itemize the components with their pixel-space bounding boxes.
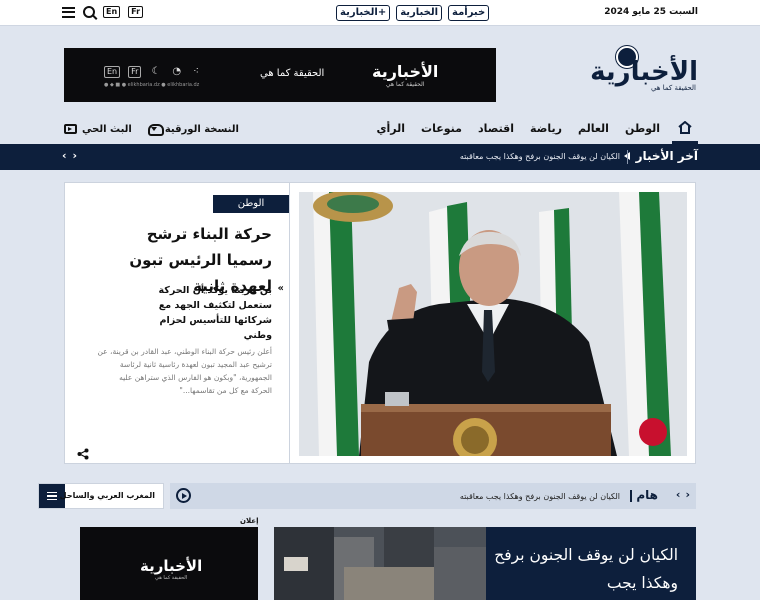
ticker-label-text: آخر الأخبار bbox=[635, 149, 698, 163]
brand-link-plus[interactable]: الخبارية+ bbox=[336, 5, 391, 21]
chevron-right-icon[interactable]: › bbox=[73, 149, 78, 162]
banner-logo-text: الأخبارية bbox=[372, 62, 439, 81]
nav-item-opinion[interactable]: الرأي bbox=[368, 114, 413, 144]
nav-extras: البث الحي النسخة الورقية bbox=[64, 114, 239, 144]
logo-tagline: الحقيقة كما هي bbox=[650, 84, 696, 92]
banner-fr-icon: Fr bbox=[128, 66, 142, 78]
play-circle-icon[interactable] bbox=[176, 488, 191, 503]
important-label: هام bbox=[636, 488, 658, 502]
featured-excerpt: أعلن رئيس حركة البناء الوطني، عبد القادر… bbox=[97, 347, 272, 395]
secondary-photo[interactable] bbox=[274, 527, 486, 600]
secondary-headline: الكيان لن يوقف الجنون برفح وهكذا يجب bbox=[494, 546, 678, 592]
ad-logo-text: الأخبارية bbox=[140, 557, 203, 575]
main-navigation: الوطن العالم رياضة اقتصاد منوعات الرأي ا… bbox=[0, 114, 760, 144]
ad-logo: الأخبارية الحقيقة كما هي bbox=[140, 557, 202, 581]
ticker-arrows: ‹ › bbox=[62, 149, 77, 162]
important-news-bar: ‹ › هام الكيان لن يوقف الجنون برفح وهكذا… bbox=[170, 483, 696, 509]
brand-links: الخبارية+ الخبارية خبرأمة bbox=[336, 4, 490, 22]
top-bar: السبت 25 مايو 2024 الخبارية+ الخبارية خب… bbox=[0, 0, 760, 26]
banner-slogan: الحقيقة كما هي bbox=[260, 68, 325, 79]
important-arrows: ‹ › bbox=[676, 488, 690, 501]
brand-link-umma[interactable]: خبرأمة bbox=[448, 5, 490, 21]
banner-logo-tag: الحقيقة كما هي bbox=[385, 81, 425, 88]
banner-icons: En Fr ☾ ◔ ⁖ bbox=[104, 66, 201, 78]
print-edition-link[interactable]: النسخة الورقية bbox=[147, 123, 239, 136]
top-tools: En Fr bbox=[62, 6, 144, 18]
print-edition-label: النسخة الورقية bbox=[164, 123, 239, 135]
logo-wordmark: الأخبارية bbox=[590, 57, 698, 87]
banner-social-line: ● ◆ ■ ● elikhbaria.dz ● elikhbaria.dz bbox=[104, 82, 200, 88]
video-camera-icon bbox=[64, 124, 77, 134]
home-icon[interactable] bbox=[672, 114, 698, 144]
category-badge[interactable]: الوطن bbox=[213, 195, 289, 213]
nav-item-sports[interactable]: رياضة bbox=[522, 114, 570, 144]
ad-label: إعلان bbox=[240, 517, 259, 525]
secondary-story[interactable]: الكيان لن يوقف الجنون برفح وهكذا يجب bbox=[274, 527, 696, 600]
ad-logo-tag: الحقيقة كما هي bbox=[155, 575, 188, 581]
section-chip[interactable]: المغرب العربي والساحل bbox=[38, 483, 164, 509]
breaking-news-ticker: آخر الأخبار الكيان لن يوقف الجنون برفح و… bbox=[0, 144, 760, 170]
nav-item-nation[interactable]: الوطن bbox=[617, 114, 668, 144]
ticker-separator bbox=[627, 150, 628, 164]
nav-item-misc[interactable]: منوعات bbox=[413, 114, 470, 144]
header-banner[interactable]: الأخبارية الحقيقة كما هي الحقيقة كما هي … bbox=[64, 48, 496, 102]
featured-subheadline[interactable]: بن قرينة يؤكد أن الحركة ستعمل لتكثيف الج… bbox=[132, 283, 272, 343]
nav-item-world[interactable]: العالم bbox=[570, 114, 617, 144]
menu-icon[interactable] bbox=[62, 6, 75, 18]
language-fr-button[interactable]: Fr bbox=[128, 6, 144, 18]
nav-menu: الوطن العالم رياضة اقتصاد منوعات الرأي bbox=[368, 114, 698, 144]
important-prev-icon[interactable]: ‹ bbox=[676, 488, 681, 501]
moon-icon: ☾ bbox=[151, 66, 161, 77]
section-chip-label: المغرب العربي والساحل bbox=[59, 491, 155, 500]
ticker-headline[interactable]: الكيان لن يوقف الجنون برفح وهكذا يجب معا… bbox=[460, 152, 620, 161]
nav-item-economy[interactable]: اقتصاد bbox=[470, 114, 522, 144]
ticker-label: آخر الأخبار bbox=[623, 149, 698, 163]
double-chevron-icon: « bbox=[277, 283, 284, 294]
important-separator bbox=[630, 490, 632, 502]
chevron-left-icon[interactable]: ‹ bbox=[62, 149, 67, 162]
featured-photo[interactable] bbox=[299, 192, 687, 456]
brand-link-main[interactable]: الخبارية bbox=[396, 5, 443, 21]
current-date: السبت 25 مايو 2024 bbox=[604, 7, 698, 17]
ad-box[interactable]: الأخبارية الحقيقة كما هي bbox=[80, 527, 258, 600]
featured-story: الوطن حركة البناء ترشح رسميا الرئيس تبون… bbox=[64, 182, 696, 464]
banner-en-icon: En bbox=[104, 66, 121, 78]
live-stream-link[interactable]: البث الحي bbox=[64, 124, 132, 135]
important-headline[interactable]: الكيان لن يوقف الجنون برفح وهكذا يجب معا… bbox=[460, 492, 620, 501]
feature-divider bbox=[289, 183, 290, 463]
dots-icon: ⁖ bbox=[193, 66, 199, 77]
cloud-download-icon bbox=[147, 124, 164, 136]
live-stream-label: البث الحي bbox=[82, 123, 132, 135]
share-icon[interactable] bbox=[77, 445, 89, 460]
language-en-button[interactable]: En bbox=[103, 6, 121, 18]
banner-logo: الأخبارية الحقيقة كما هي bbox=[372, 62, 438, 88]
search-icon[interactable] bbox=[83, 6, 95, 18]
important-next-icon[interactable]: › bbox=[685, 488, 690, 501]
site-logo[interactable]: الأخبارية الحقيقة كما هي bbox=[590, 46, 698, 96]
play-circle-icon: ◔ bbox=[172, 66, 182, 77]
